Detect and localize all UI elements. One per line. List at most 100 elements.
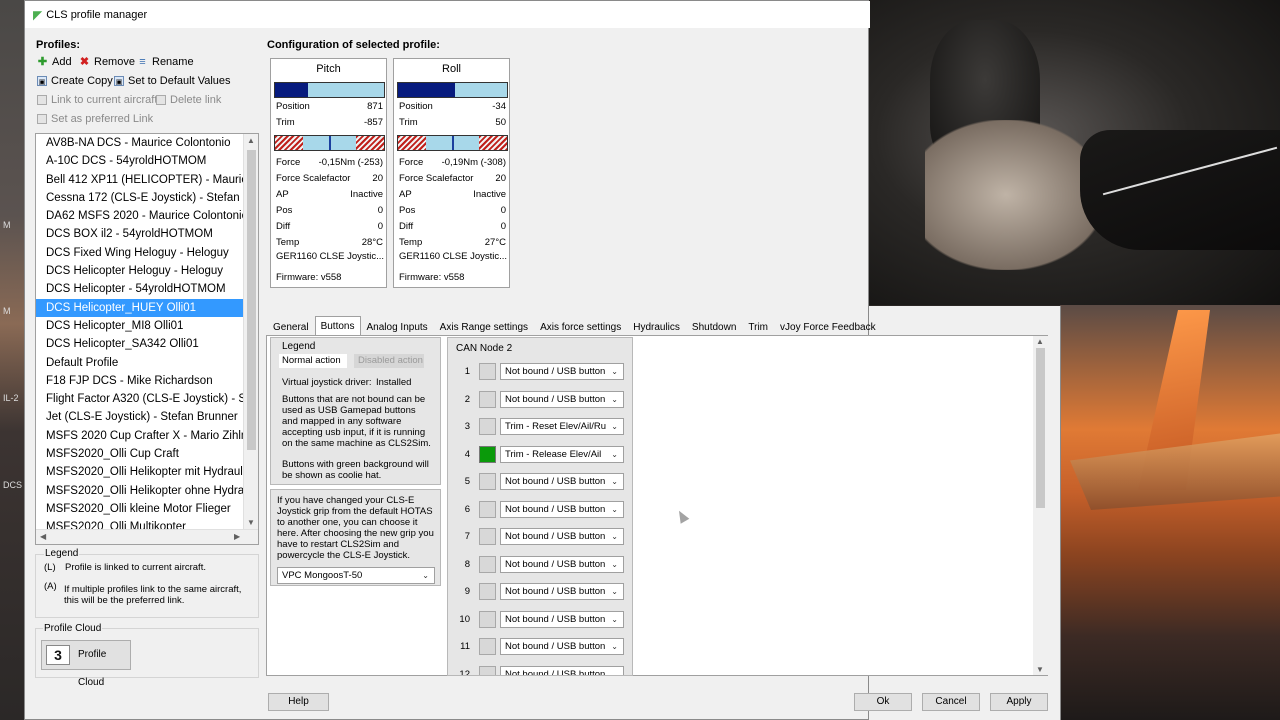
profile-list-item[interactable]: Flight Factor A320 (CLS-E Joystick) - St… <box>36 390 244 408</box>
scroll-up-icon[interactable]: ▲ <box>247 136 255 145</box>
profile-list-item[interactable]: DCS Helicopter_HUEY Olli01 <box>36 298 244 317</box>
button-binding-select[interactable]: Not bound / USB button ⌄ <box>500 363 624 380</box>
rename-profile-button[interactable]: ≡ Rename <box>137 56 193 68</box>
chevron-down-icon: ⌄ <box>611 669 618 676</box>
link-current-aircraft-button[interactable]: Link to current aircraft <box>37 94 157 106</box>
profile-list-item[interactable]: MSFS2020_Olli kleine Motor Flieger <box>36 500 244 518</box>
profile-list-item[interactable]: DCS Helicopter - 54yroldHOTMOM <box>36 280 244 298</box>
scroll-up-icon[interactable]: ▲ <box>1036 337 1044 346</box>
button-color-swatch[interactable] <box>479 445 496 463</box>
profile-list-item[interactable]: DCS BOX il2 - 54yroldHOTMOM <box>36 225 244 243</box>
button-binding-select[interactable]: Trim - Release Elev/Ail ⌄ <box>500 445 624 463</box>
profile-list-item[interactable]: DCS Fixed Wing Heloguy - Heloguy <box>36 244 244 262</box>
profile-list-item[interactable]: AV8B-NA DCS - Maurice Colontonio <box>36 134 244 152</box>
tab-shutdown[interactable]: Shutdown <box>686 318 742 335</box>
button-binding-select[interactable]: Not bound / USB button ⌄ <box>500 390 624 408</box>
button-color-swatch[interactable] <box>479 473 496 490</box>
tab-vjoy-force-feedback[interactable]: vJoy Force Feedback <box>774 318 882 335</box>
set-default-button[interactable]: ▣ Set to Default Values <box>114 75 231 87</box>
chevron-down-icon: ⌄ <box>611 477 618 486</box>
tab-hydraulics[interactable]: Hydraulics <box>627 318 686 335</box>
set-preferred-link-button[interactable]: Set as preferred Link <box>37 113 153 125</box>
binding-value: Trim - Release Elev/Ail <box>505 448 602 460</box>
tab-analog-inputs[interactable]: Analog Inputs <box>361 318 434 335</box>
profile-list-item[interactable]: DCS Helicopter_MI8 Olli01 <box>36 317 244 335</box>
help-button[interactable]: Help <box>268 693 329 711</box>
button-binding-select[interactable]: Not bound / USB button ⌄ <box>500 555 624 573</box>
profile-list-item[interactable]: DCS Helicopter Heloguy - Heloguy <box>36 262 244 280</box>
button-color-swatch[interactable] <box>479 390 496 408</box>
button-binding-select[interactable]: Not bound / USB button ⌄ <box>500 665 624 676</box>
trim-marker <box>328 136 331 150</box>
profile-list-item[interactable]: DCS Helicopter_SA342 Olli01 <box>36 335 244 353</box>
apply-button[interactable]: Apply <box>990 693 1048 711</box>
grip-select[interactable]: VPC MongoosT-50 ⌄ <box>277 567 435 584</box>
profile-list-item[interactable]: A-10C DCS - 54yroldHOTMOM <box>36 152 244 170</box>
tab-axis-force-settings[interactable]: Axis force settings <box>534 318 627 335</box>
tab-axis-range-settings[interactable]: Axis Range settings <box>434 318 534 335</box>
button-binding-select[interactable]: Not bound / USB button ⌄ <box>500 583 624 600</box>
tab-trim[interactable]: Trim <box>742 318 774 335</box>
button-binding-select[interactable]: Not bound / USB button ⌄ <box>500 638 624 655</box>
profile-list-hscroll[interactable]: ◀ ▶ <box>36 529 258 544</box>
can-button-row: 6 Not bound / USB button ⌄ <box>448 500 632 519</box>
scroll-down-icon[interactable]: ▼ <box>247 518 255 527</box>
button-binding-select[interactable]: Not bound / USB button ⌄ <box>500 528 624 545</box>
plus-icon: ✚ <box>37 55 48 68</box>
button-color-swatch[interactable] <box>479 665 496 675</box>
ok-button[interactable]: Ok <box>854 693 912 711</box>
profile-list-vscroll[interactable]: ▲ ▼ <box>243 134 258 529</box>
binding-value: Not bound / USB button <box>505 366 606 377</box>
delete-link-button[interactable]: Delete link <box>156 94 221 106</box>
button-binding-select[interactable]: Not bound / USB button ⌄ <box>500 500 624 518</box>
profile-list-item[interactable]: DA62 MSFS 2020 - Maurice Colontonio <box>36 207 244 225</box>
create-copy-button[interactable]: ▣ Create Copy <box>37 75 113 87</box>
buttons-legend-box: Legend Normal action Disabled action Vir… <box>270 337 441 485</box>
profile-list-item[interactable]: F18 FJP DCS - Mike Richardson <box>36 372 244 390</box>
button-color-swatch[interactable] <box>479 528 496 545</box>
axis-diff-value: 0 <box>500 221 506 232</box>
axis-temp-label: Temp <box>399 237 423 248</box>
tab-general[interactable]: General <box>267 318 315 335</box>
tab-buttons[interactable]: Buttons <box>314 316 361 335</box>
profile-cloud-button[interactable]: 3 Profile Cloud <box>41 640 131 688</box>
scroll-left-icon[interactable]: ◀ <box>40 532 46 541</box>
button-binding-select[interactable]: Not bound / USB button ⌄ <box>500 610 624 628</box>
profile-list-item[interactable]: MSFS 2020 Cup Crafter X - Mario Zihlmar <box>36 427 244 445</box>
button-binding-select[interactable]: Trim - Reset Elev/Ail/Ru ⌄ <box>500 418 624 435</box>
profile-list-item[interactable]: Default Profile <box>36 354 244 372</box>
axis-force-value: -0,15Nm (-253) <box>318 157 383 168</box>
button-binding-select[interactable]: Not bound / USB button ⌄ <box>500 473 624 490</box>
position-bar <box>397 82 508 98</box>
profile-list-item[interactable]: MSFS2020_Olli Helikopter ohne Hydraulik <box>36 482 244 500</box>
button-color-swatch[interactable] <box>479 583 496 600</box>
scroll-right-icon[interactable]: ▶ <box>234 532 240 541</box>
title-bar[interactable]: ◤ CLS profile manager <box>25 1 870 28</box>
button-color-swatch[interactable] <box>479 363 496 380</box>
axis-scalefactor-row: Force Scalefactor 20 <box>276 173 383 184</box>
button-color-swatch[interactable] <box>479 638 496 655</box>
profile-list-item[interactable]: MSFS2020_Olli Helikopter mit Hydraulik <box>36 463 244 481</box>
profile-list-item[interactable]: Bell 412 XP11 (HELICOPTER) - Maurice <box>36 171 244 189</box>
scroll-thumb[interactable] <box>1036 348 1045 508</box>
add-profile-button[interactable]: ✚ Add <box>37 56 72 68</box>
button-color-swatch[interactable] <box>479 500 496 518</box>
axis-diff-row: Diff 0 <box>276 221 383 232</box>
profile-items: AV8B-NA DCS - Maurice Colontonio A-10C DC… <box>36 134 258 537</box>
remove-profile-button[interactable]: ✖ Remove <box>79 56 135 68</box>
button-color-swatch[interactable] <box>479 418 496 435</box>
profile-list-item[interactable]: MSFS2020_Olli Cup Craft <box>36 445 244 463</box>
profile-list-item[interactable]: Jet (CLS-E Joystick) - Stefan Brunner <box>36 408 244 426</box>
profile-list[interactable]: AV8B-NA DCS - Maurice Colontonio A-10C DC… <box>35 133 259 545</box>
scroll-thumb[interactable] <box>247 150 256 450</box>
cancel-button[interactable]: Cancel <box>922 693 980 711</box>
profile-list-item[interactable]: Cessna 172 (CLS-E Joystick) - Stefan Bru <box>36 189 244 207</box>
button-color-swatch[interactable] <box>479 555 496 573</box>
grip-selection-box: If you have changed your CLS-E Joystick … <box>270 489 441 586</box>
scroll-down-icon[interactable]: ▼ <box>1036 665 1044 674</box>
tab-content-vscroll[interactable]: ▲ ▼ <box>1033 336 1048 675</box>
axis-pos-label: Pos <box>276 205 293 216</box>
app-icon: ◤ <box>33 7 43 22</box>
button-color-swatch[interactable] <box>479 610 496 628</box>
axis-position-label: Position <box>276 101 310 112</box>
